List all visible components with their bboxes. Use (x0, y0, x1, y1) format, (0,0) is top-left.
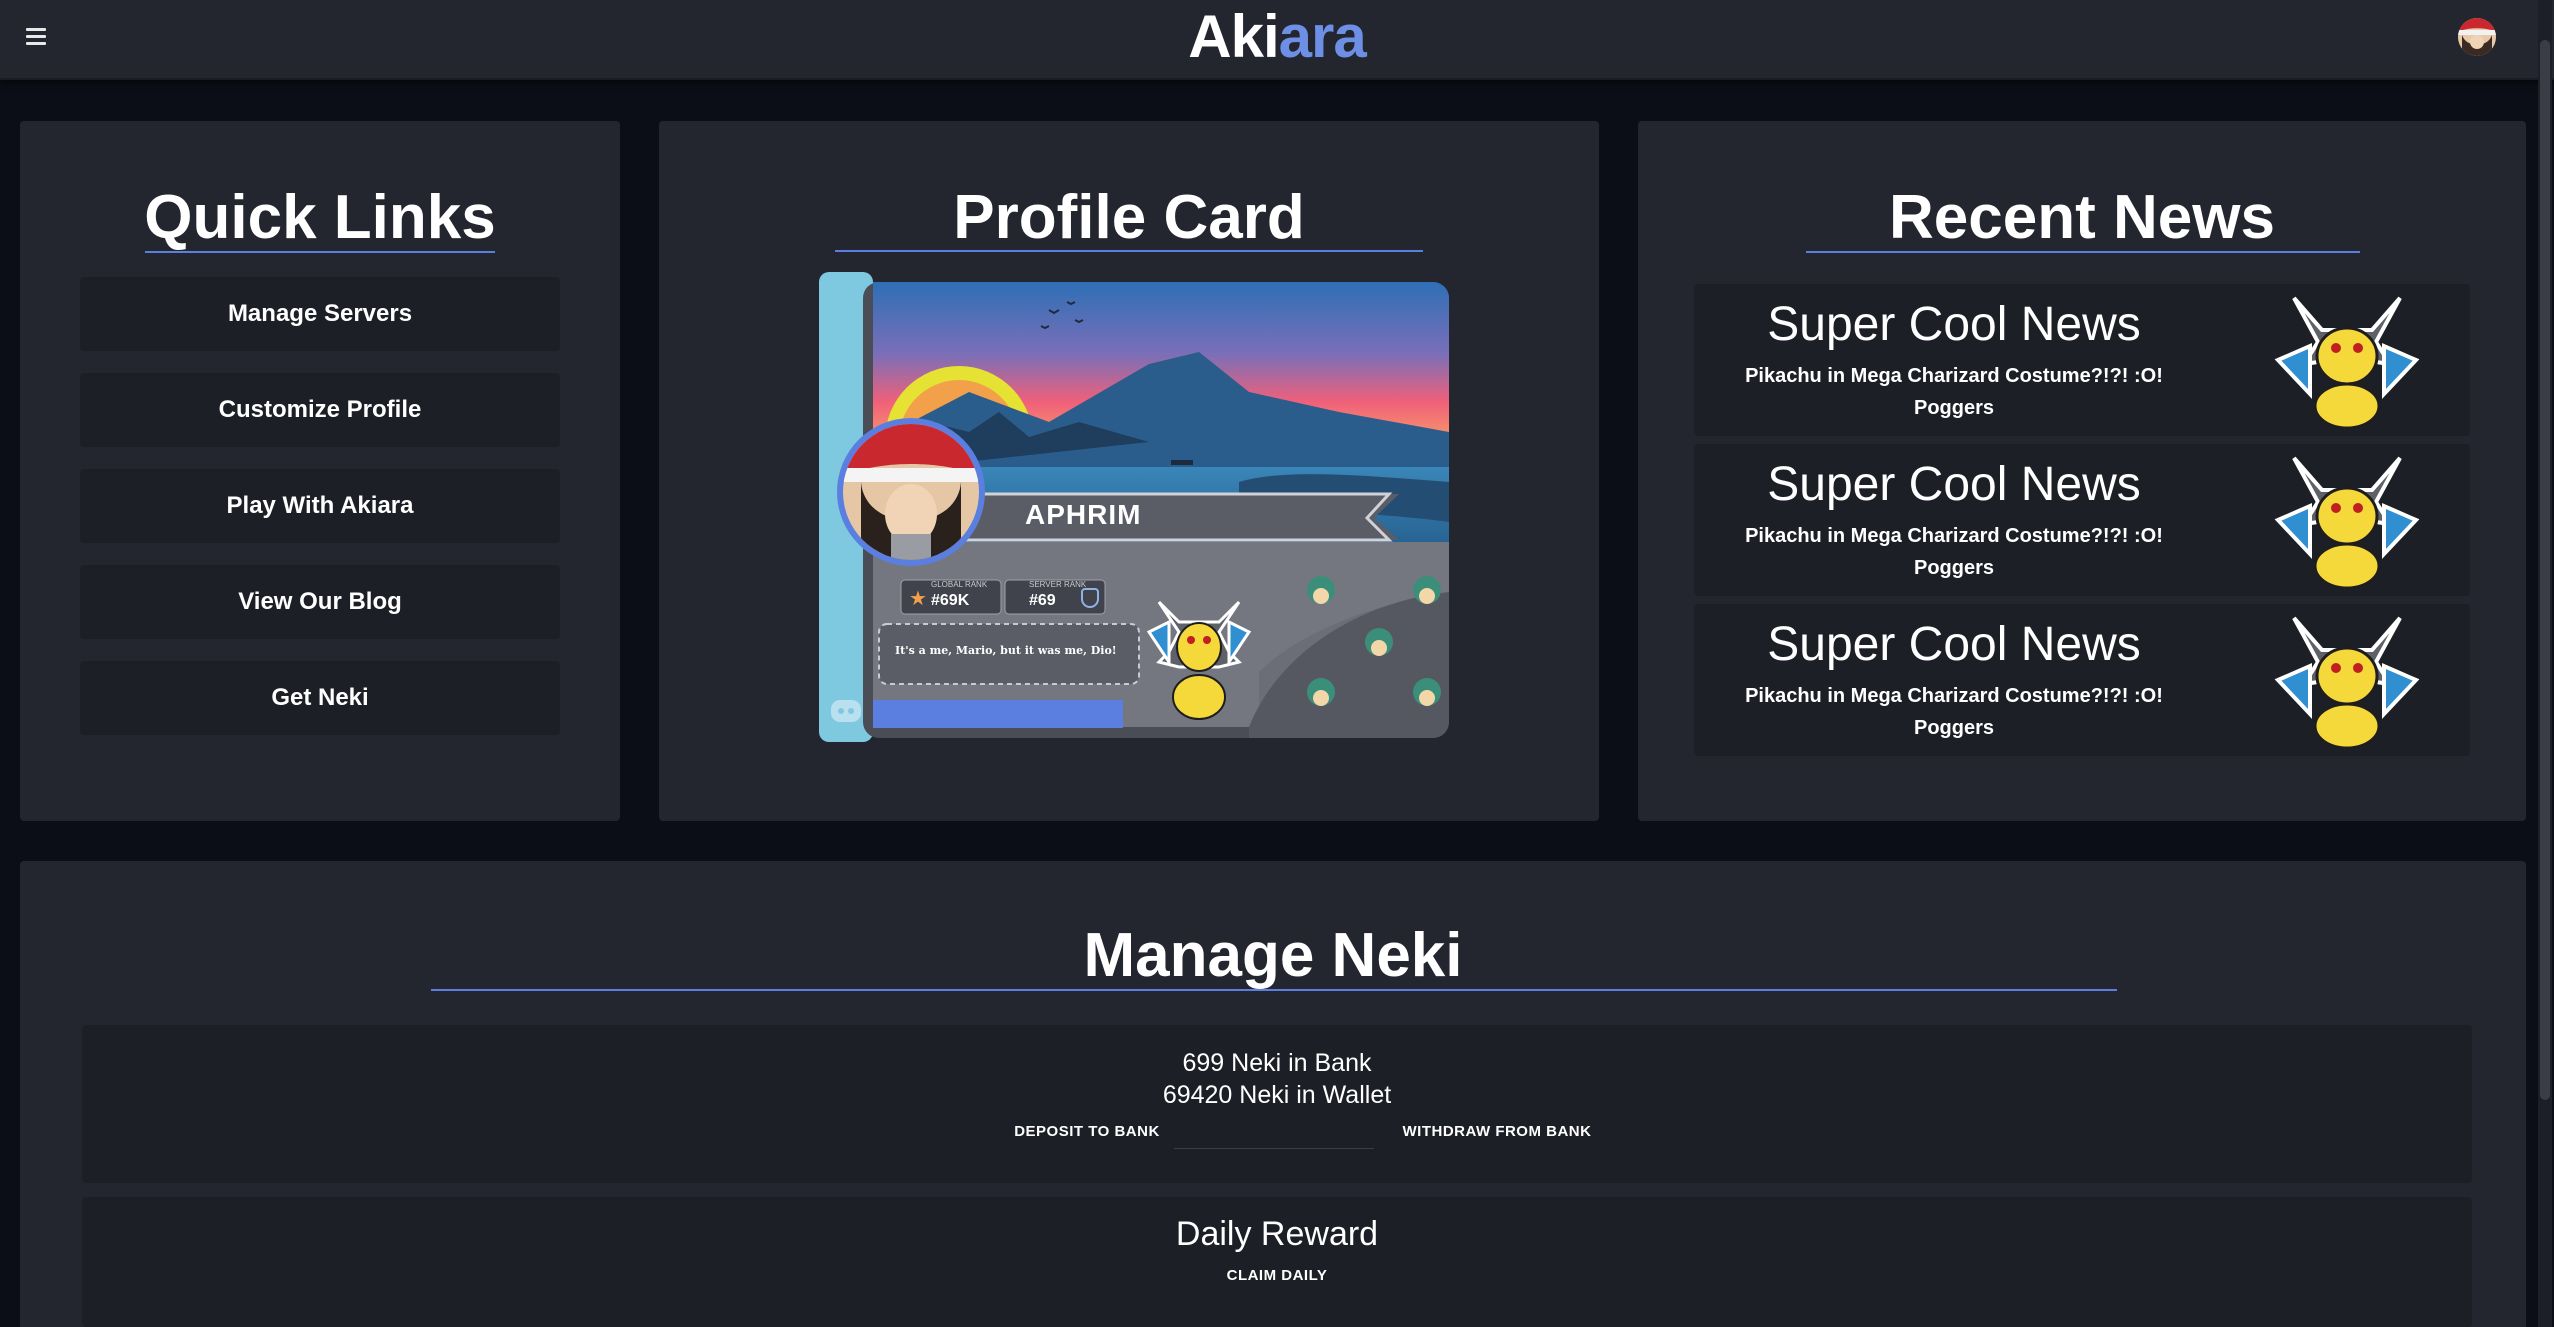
scroll-thumb[interactable] (2540, 40, 2550, 1100)
profile-card-panel: Profile Card APHRIM ★ GLOBAL RANK #69K S… (659, 121, 1599, 821)
news-body: Pikachu in Mega Charizard Costume?!?! :O… (1724, 360, 2184, 424)
page-scrollbar[interactable] (2538, 0, 2552, 1327)
get-neki-button[interactable]: Get Neki (80, 661, 560, 735)
global-rank-label: GLOBAL RANK (931, 580, 988, 589)
withdraw-button[interactable]: WITHDRAW FROM BANK (1382, 1123, 1612, 1140)
news-body: Pikachu in Mega Charizard Costume?!?! :O… (1724, 680, 2184, 744)
wallet-balance: 69420 Neki in Wallet (1162, 1081, 1392, 1109)
view-blog-button[interactable]: View Our Blog (80, 565, 560, 639)
news-pikachu-image (2274, 450, 2420, 590)
news-title: Super Cool News (1767, 458, 2141, 511)
server-rank-label: SERVER RANK (1029, 580, 1087, 589)
profile-quote: It's a me, Mario, but it was me, Dio! (895, 644, 1117, 657)
news-body-line-1: Pikachu in Mega Charizard Costume?!?! :O… (1745, 685, 2163, 707)
top-bar: Akiara (0, 0, 2554, 80)
manage-servers-button[interactable]: Manage Servers (80, 277, 560, 351)
news-item[interactable]: Super Cool News Pikachu in Mega Charizar… (1694, 284, 2470, 436)
claim-daily-button[interactable]: CLAIM DAILY (82, 1267, 2472, 1284)
recent-news-title: Recent News (1889, 183, 2275, 252)
quick-links-title-rule (145, 251, 495, 253)
manage-neki-title-rule (431, 989, 2117, 991)
profile-avatar (837, 418, 985, 566)
customize-profile-button[interactable]: Customize Profile (80, 373, 560, 447)
news-body-line-2: Poggers (1913, 557, 1995, 579)
brand-logo[interactable]: Akiara (0, 4, 2554, 70)
news-body-line-1: Pikachu in Mega Charizard Costume?!?! :O… (1745, 525, 2163, 547)
shield-icon (1081, 588, 1099, 608)
news-title: Super Cool News (1767, 618, 2141, 671)
news-body: Pikachu in Mega Charizard Costume?!?! :O… (1724, 520, 2184, 584)
deposit-button[interactable]: DEPOSIT TO BANK (982, 1123, 1192, 1140)
star-icon: ★ (909, 588, 927, 610)
user-avatar[interactable] (2458, 18, 2496, 56)
neki-amount-input[interactable] (1174, 1117, 1374, 1149)
profile-card-title: Profile Card (953, 183, 1305, 252)
quick-links-title: Quick Links (144, 183, 496, 252)
profile-card-image[interactable]: APHRIM ★ GLOBAL RANK #69K SERVER RANK #6… (819, 272, 1449, 864)
news-body-line-1: Pikachu in Mega Charizard Costume?!?! :O… (1745, 365, 2163, 387)
profile-card-title-rule (835, 250, 1423, 252)
recent-news-title-rule (1806, 251, 2360, 253)
news-title: Super Cool News (1767, 298, 2141, 351)
discord-icon (831, 700, 861, 722)
news-item[interactable]: Super Cool News Pikachu in Mega Charizar… (1694, 604, 2470, 756)
news-body-line-2: Poggers (1913, 397, 1995, 419)
brand-part-1: Aki (1188, 3, 1279, 70)
daily-reward-title: Daily Reward (1175, 1215, 1379, 1253)
play-with-akiara-button[interactable]: Play With Akiara (80, 469, 560, 543)
manage-neki-title: Manage Neki (1083, 921, 1463, 990)
news-item[interactable]: Super Cool News Pikachu in Mega Charizar… (1694, 444, 2470, 596)
global-rank-value: #69K (931, 592, 970, 609)
brand-part-2: ara (1278, 3, 1367, 70)
recent-news-panel: Recent News Super Cool News Pikachu in M… (1638, 121, 2526, 821)
news-pikachu-image (2274, 610, 2420, 750)
server-rank-value: #69 (1029, 592, 1056, 609)
news-pikachu-image (2274, 290, 2420, 430)
quick-links-panel: Quick Links Manage Servers Customize Pro… (20, 121, 620, 821)
profile-username: APHRIM (1025, 499, 1142, 530)
bank-balance: 699 Neki in Bank (1182, 1049, 1372, 1077)
neki-balance-box: 699 Neki in Bank 69420 Neki in Wallet DE… (82, 1025, 2472, 1183)
daily-reward-box: Daily Reward CLAIM DAILY (82, 1197, 2472, 1327)
news-body-line-2: Poggers (1913, 717, 1995, 739)
manage-neki-panel: Manage Neki 699 Neki in Bank 69420 Neki … (20, 861, 2526, 1327)
